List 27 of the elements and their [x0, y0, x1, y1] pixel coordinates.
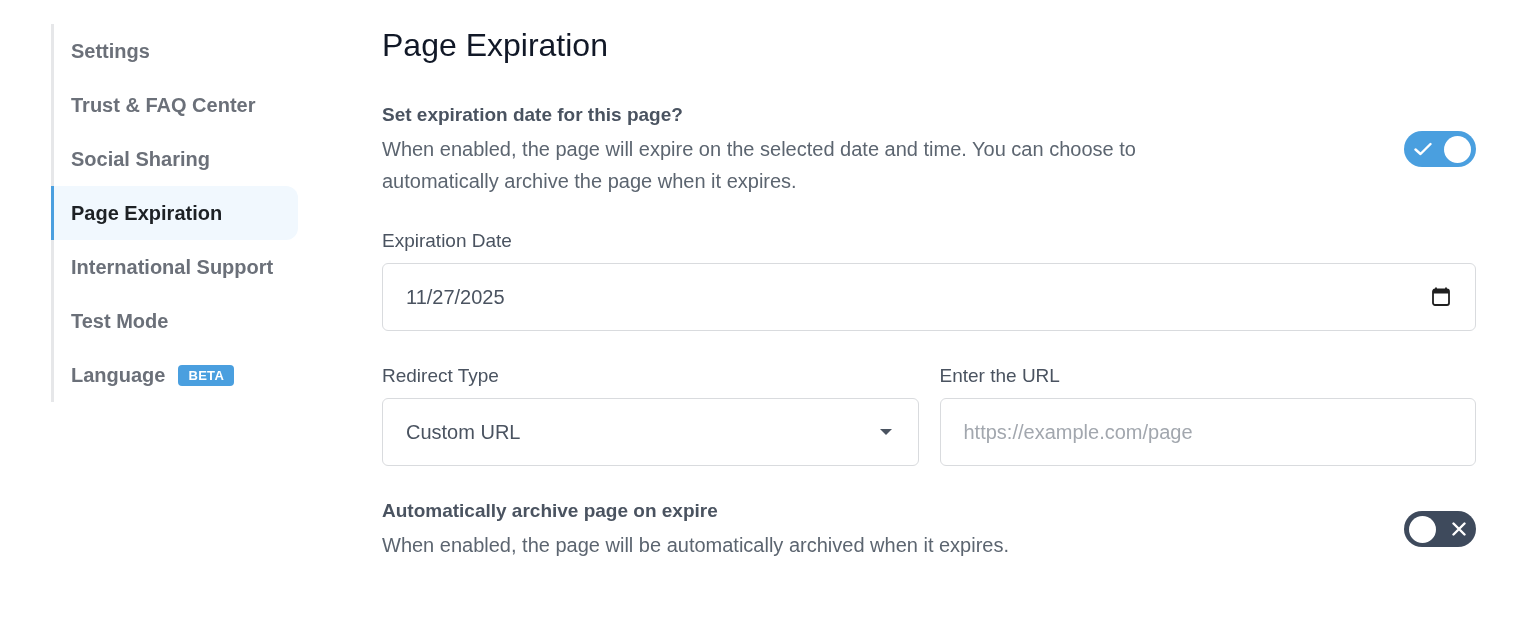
- toggle-knob: [1444, 135, 1471, 163]
- sidebar-item[interactable]: Test Mode: [51, 294, 298, 348]
- field-label: Redirect Type: [382, 364, 500, 388]
- sidebar-item[interactable]: Page Expiration: [51, 186, 298, 240]
- sidebar-item[interactable]: Settings: [51, 24, 298, 78]
- calendar-icon[interactable]: [1432, 287, 1450, 306]
- page-title: Page Expiration: [382, 26, 609, 65]
- caret-icon: [879, 429, 892, 435]
- redirect-type-dropdown[interactable]: Custom URL: [382, 398, 919, 466]
- sidebar-item[interactable]: International Support: [51, 240, 298, 294]
- setting-description: When enabled, the page will be automatically archived when it expires.: [382, 533, 1010, 558]
- url-input[interactable]: https://example.com/page: [939, 398, 1476, 466]
- expiration-toggle[interactable]: [1404, 131, 1476, 167]
- beta-badge: BETA: [178, 364, 235, 386]
- field-label: Enter the URL: [939, 364, 1061, 388]
- field-label: Expiration Date: [382, 229, 513, 253]
- setting-description: When enabled, the page will expire on the selected date and time. You can choose to automatically archive the page when it expires.: [382, 137, 1137, 194]
- sidebar-item[interactable]: Social Sharing: [51, 132, 298, 186]
- sidebar-item[interactable]: Trust & FAQ Center: [51, 78, 298, 132]
- setting-label: Set expiration date for this page?: [382, 103, 684, 127]
- archive-toggle[interactable]: [1404, 511, 1476, 547]
- close-icon: [1452, 522, 1466, 536]
- sidebar-item[interactable]: Language BETA: [51, 348, 298, 402]
- setting-label: Automatically archive page on expire: [382, 499, 719, 523]
- toggle-knob: [1409, 515, 1436, 543]
- date-input[interactable]: 11/27/2025: [382, 263, 1476, 331]
- check-icon: [1414, 142, 1432, 156]
